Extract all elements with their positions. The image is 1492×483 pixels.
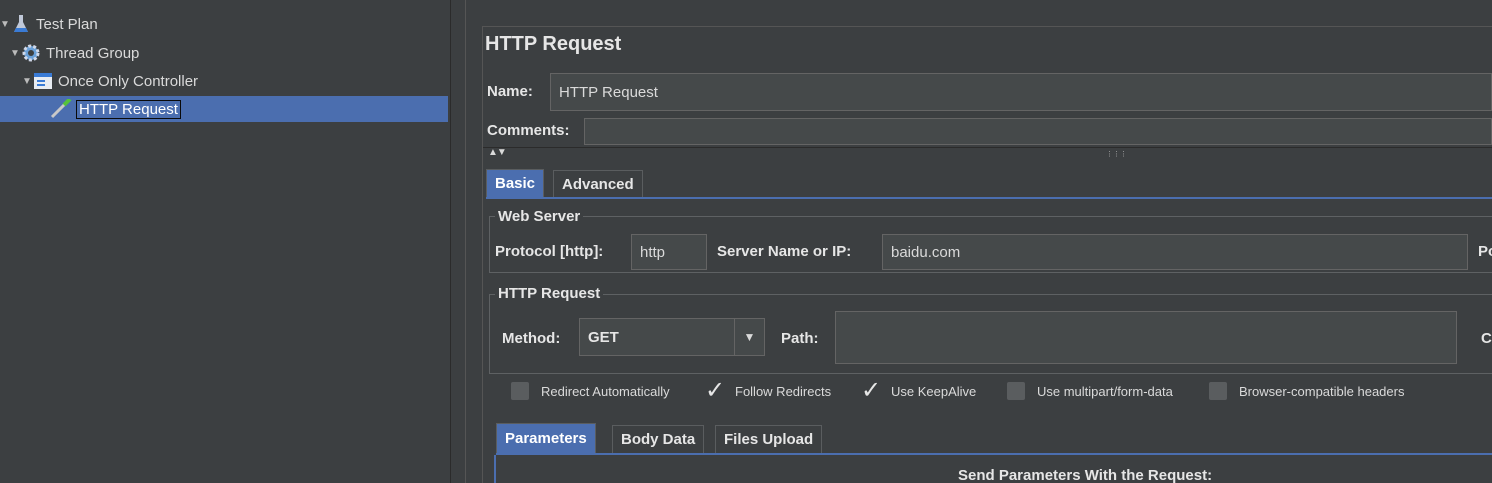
tree-item-label: Thread Group bbox=[46, 44, 140, 62]
checkmark-icon bbox=[861, 376, 881, 405]
tab-parameters[interactable]: Parameters bbox=[496, 423, 596, 453]
expand-arrow-icon[interactable]: ▼ bbox=[10, 48, 20, 59]
collapse-arrows-icon[interactable]: ▲▼ bbox=[488, 147, 507, 158]
checkbox-label: Redirect Automatically bbox=[541, 383, 670, 399]
tab-advanced[interactable]: Advanced bbox=[553, 170, 643, 198]
chevron-down-icon[interactable]: ▼ bbox=[734, 319, 764, 355]
redirect-automatically-checkbox[interactable]: Redirect Automatically bbox=[511, 382, 670, 400]
checkbox-unchecked-icon bbox=[1007, 382, 1025, 400]
expand-arrow-icon[interactable]: ▼ bbox=[22, 76, 32, 87]
tree-item-http-request[interactable]: HTTP Request bbox=[0, 96, 448, 122]
flask-icon bbox=[10, 13, 32, 35]
follow-redirects-checkbox[interactable]: Follow Redirects bbox=[705, 376, 832, 405]
tree-item-label: Once Only Controller bbox=[58, 72, 199, 90]
protocol-label: Protocol [http]: bbox=[495, 243, 604, 260]
name-label: Name: bbox=[487, 83, 533, 100]
tree-item-thread-group[interactable]: ▼ Thread Group bbox=[10, 40, 139, 66]
parameters-heading: Send Parameters With the Request: bbox=[958, 467, 1213, 483]
checkmark-icon bbox=[705, 376, 725, 405]
content-encoding-label: C bbox=[1481, 330, 1492, 347]
server-name-field[interactable]: baidu.com bbox=[882, 234, 1468, 270]
sub-tab-border bbox=[494, 455, 496, 483]
expand-arrow-icon[interactable]: ▼ bbox=[0, 19, 10, 30]
tree-item-once-only-controller[interactable]: ▼ Once Only Controller bbox=[22, 68, 198, 94]
checkbox-label: Browser-compatible headers bbox=[1239, 383, 1405, 399]
controller-icon bbox=[32, 70, 54, 92]
tab-body-data[interactable]: Body Data bbox=[612, 425, 705, 453]
tab-basic[interactable]: Basic bbox=[486, 169, 545, 197]
name-field[interactable]: HTTP Request bbox=[550, 73, 1492, 111]
tab-files-upload[interactable]: Files Upload bbox=[715, 425, 823, 453]
method-label: Method: bbox=[502, 330, 561, 347]
editor-pane: HTTP Request Name: HTTP Request Comments… bbox=[466, 0, 1492, 483]
tab-underline bbox=[486, 197, 1492, 199]
sampler-pipette-icon bbox=[50, 98, 72, 120]
checkbox-label: Follow Redirects bbox=[735, 383, 832, 399]
tree-item-test-plan[interactable]: ▼ Test Plan bbox=[0, 11, 98, 37]
web-server-title: Web Server bbox=[495, 208, 584, 225]
path-label: Path: bbox=[781, 330, 819, 347]
port-label: Po bbox=[1478, 243, 1492, 260]
http-request-title: HTTP Request bbox=[495, 285, 604, 302]
method-select[interactable]: GET ▼ bbox=[579, 318, 765, 356]
use-keepalive-checkbox[interactable]: Use KeepAlive bbox=[861, 376, 977, 405]
checkbox-label: Use multipart/form-data bbox=[1037, 383, 1173, 399]
path-field[interactable] bbox=[835, 311, 1457, 364]
tree-item-label: HTTP Request bbox=[76, 99, 181, 119]
checkbox-label: Use KeepAlive bbox=[891, 383, 977, 399]
sub-tab-underline bbox=[496, 453, 1492, 455]
tree-item-label: Test Plan bbox=[36, 15, 98, 33]
checkbox-unchecked-icon bbox=[511, 382, 529, 400]
checkbox-unchecked-icon bbox=[1209, 382, 1227, 400]
test-plan-tree: ▼ Test Plan ▼ Thread Group ▼ Once Only C… bbox=[0, 0, 450, 483]
method-value: GET bbox=[588, 328, 619, 346]
gear-icon bbox=[20, 42, 42, 64]
use-multipart-checkbox[interactable]: Use multipart/form-data bbox=[1007, 382, 1173, 400]
comments-field[interactable] bbox=[584, 118, 1492, 145]
page-title: HTTP Request bbox=[485, 33, 622, 55]
protocol-field[interactable]: http bbox=[631, 234, 707, 270]
pane-splitter[interactable] bbox=[450, 0, 466, 483]
resize-grip-icon[interactable]: ⋮⋮⋮ bbox=[1106, 150, 1127, 158]
jmeter-window: ▼ Test Plan ▼ Thread Group ▼ Once Only C… bbox=[0, 0, 1492, 483]
server-label: Server Name or IP: bbox=[717, 243, 852, 260]
browser-compatible-headers-checkbox[interactable]: Browser-compatible headers bbox=[1209, 382, 1404, 400]
comments-label: Comments: bbox=[487, 122, 570, 139]
collapse-divider bbox=[483, 147, 1492, 157]
